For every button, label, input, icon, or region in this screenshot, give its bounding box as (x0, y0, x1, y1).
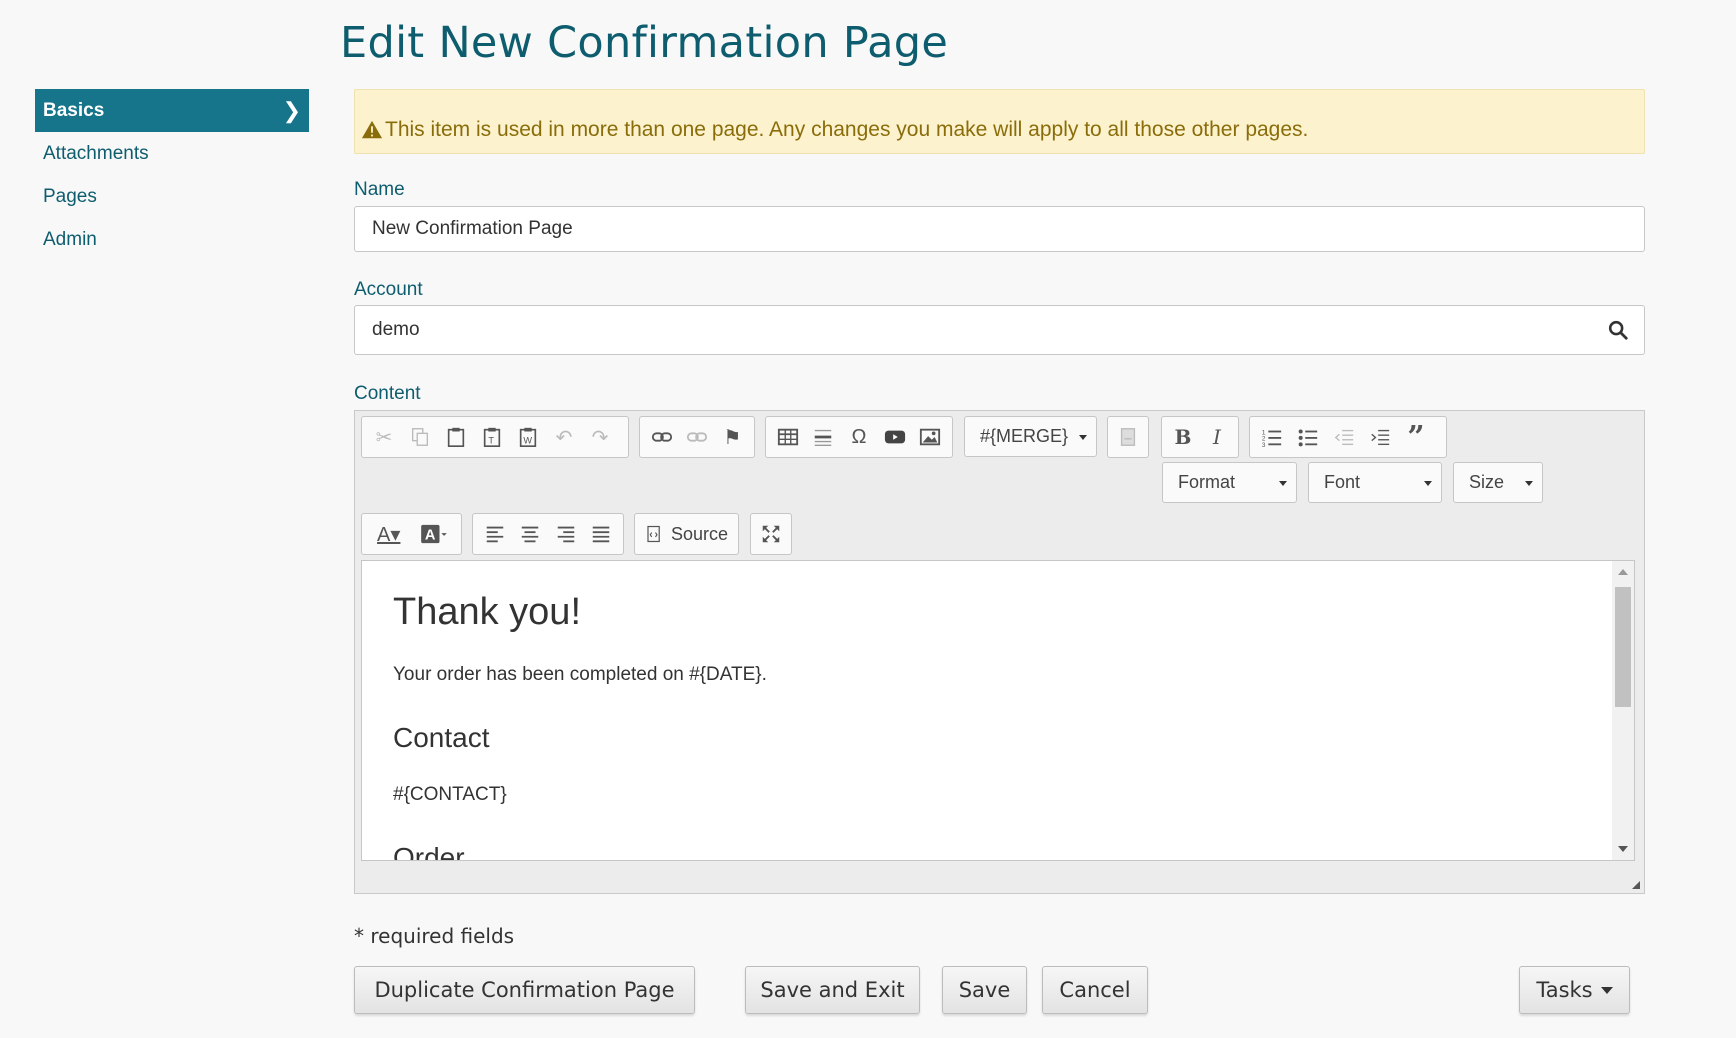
content-label: Content (354, 383, 421, 404)
paste-text-icon[interactable]: T (476, 421, 508, 453)
source-label: Source (670, 523, 728, 544)
paste-icon[interactable] (440, 421, 472, 453)
save-button[interactable]: Save (942, 966, 1027, 1014)
chevron-down-icon (1079, 435, 1087, 440)
scroll-up-arrow-icon[interactable] (1618, 569, 1628, 575)
chevron-down-icon (1525, 481, 1533, 486)
toolbar-template-group (1107, 416, 1149, 458)
warning-banner: This item is used in more than one page.… (354, 89, 1645, 154)
editor-content-area[interactable]: Thank you! Your order has been completed… (361, 560, 1635, 861)
toolbar-clipboard-group: ✂ T W ↶ ↷ (361, 416, 629, 458)
content-heading: Thank you! (393, 591, 581, 633)
editor-scrollbar[interactable] (1612, 561, 1634, 860)
content-order-heading: Order (393, 842, 465, 861)
page-title: Edit New Confirmation Page (340, 18, 949, 68)
caret-down-icon (1600, 986, 1613, 994)
toolbar-basicstyles-group: B I (1161, 416, 1239, 458)
toolbar-list-group: 123 ” (1249, 416, 1447, 458)
align-left-icon[interactable] (479, 518, 511, 550)
numbered-list-icon[interactable]: 123 (1256, 421, 1288, 453)
cancel-button[interactable]: Cancel (1042, 966, 1148, 1014)
italic-icon[interactable]: I (1202, 421, 1232, 453)
merge-dropdown[interactable]: #{MERGE} (964, 416, 1097, 457)
svg-text:A: A (425, 528, 436, 544)
sidebar-nav: Basics ❯ Attachments Pages Admin (35, 89, 309, 261)
bold-icon[interactable]: B (1168, 421, 1198, 453)
toolbar-insert-group: Ω (765, 416, 953, 458)
background-color-icon[interactable]: A (414, 518, 456, 550)
bulleted-list-icon[interactable] (1292, 421, 1324, 453)
redo-icon[interactable]: ↷ (584, 421, 616, 453)
content-contact-heading: Contact (393, 722, 490, 753)
content-contact-merge: #{CONTACT} (393, 784, 507, 805)
main-form: This item is used in more than one page.… (354, 89, 1645, 404)
sidebar-item-attachments[interactable]: Attachments (35, 132, 309, 175)
tasks-button[interactable]: Tasks (1519, 966, 1630, 1014)
horizontal-line-icon[interactable] (808, 421, 840, 453)
account-field[interactable] (354, 305, 1645, 355)
youtube-icon[interactable] (879, 421, 911, 453)
anchor-flag-icon[interactable]: ⚑ (717, 421, 748, 453)
unlink-icon[interactable] (681, 421, 712, 453)
save-and-exit-button[interactable]: Save and Exit (745, 966, 920, 1014)
svg-text:3: 3 (1262, 442, 1266, 448)
templates-icon[interactable] (1112, 421, 1144, 453)
outdent-icon[interactable] (1328, 421, 1360, 453)
toolbar-align-group (472, 513, 624, 555)
rich-text-editor: ✂ T W ↶ ↷ ⚑ Ω #{MERGE} B I 123 ” Format … (354, 410, 1645, 894)
svg-text:W: W (523, 435, 532, 445)
blockquote-icon[interactable]: ” (1400, 420, 1432, 455)
name-label: Name (354, 179, 405, 200)
resize-handle-icon[interactable] (1632, 881, 1640, 889)
size-dropdown-label: Size (1469, 472, 1505, 492)
toolbar-colors-group: A▾ A (361, 513, 462, 555)
table-icon[interactable] (772, 421, 804, 453)
duplicate-button[interactable]: Duplicate Confirmation Page (354, 966, 695, 1014)
toolbar-maximize-group (750, 513, 792, 555)
format-dropdown[interactable]: Format (1162, 462, 1297, 503)
text-color-icon[interactable]: A▾ (368, 518, 410, 550)
warning-text: This item is used in more than one page.… (385, 117, 1309, 141)
source-button[interactable]: Source (634, 513, 739, 555)
warning-icon (361, 120, 383, 138)
sidebar-item-label: Basics (43, 100, 105, 121)
scroll-down-arrow-icon[interactable] (1618, 846, 1628, 852)
size-dropdown[interactable]: Size (1453, 462, 1543, 503)
scroll-thumb[interactable] (1615, 587, 1631, 707)
cut-icon[interactable]: ✂ (368, 421, 400, 453)
sidebar-item-admin[interactable]: Admin (35, 218, 309, 261)
required-fields-note: * required fields (354, 924, 515, 948)
paste-word-icon[interactable]: W (512, 421, 544, 453)
chevron-right-icon: ❯ (282, 98, 301, 123)
tasks-label: Tasks (1536, 978, 1593, 1002)
maximize-icon[interactable] (755, 518, 787, 550)
font-dropdown[interactable]: Font (1308, 462, 1442, 503)
toolbar-link-group: ⚑ (639, 416, 755, 458)
sidebar-item-pages[interactable]: Pages (35, 175, 309, 218)
align-right-icon[interactable] (550, 518, 582, 550)
sidebar-item-basics[interactable]: Basics ❯ (35, 89, 309, 132)
align-center-icon[interactable] (515, 518, 547, 550)
chevron-down-icon (1279, 481, 1287, 486)
undo-icon[interactable]: ↶ (548, 421, 580, 453)
format-dropdown-label: Format (1178, 472, 1236, 492)
align-justify-icon[interactable] (586, 518, 618, 550)
source-icon (647, 525, 660, 543)
name-field[interactable] (354, 206, 1645, 252)
search-icon[interactable] (1607, 319, 1629, 341)
chevron-down-icon (1424, 481, 1432, 486)
special-character-icon[interactable]: Ω (843, 421, 875, 453)
link-icon[interactable] (646, 421, 677, 453)
content-paragraph: Your order has been completed on #{DATE}… (393, 664, 767, 685)
font-dropdown-label: Font (1324, 472, 1361, 492)
account-label: Account (354, 279, 423, 300)
image-icon[interactable] (914, 421, 946, 453)
copy-icon[interactable] (404, 421, 436, 453)
indent-icon[interactable] (1364, 421, 1396, 453)
merge-dropdown-label: #{MERGE} (980, 426, 1069, 446)
svg-text:T: T (488, 435, 494, 445)
